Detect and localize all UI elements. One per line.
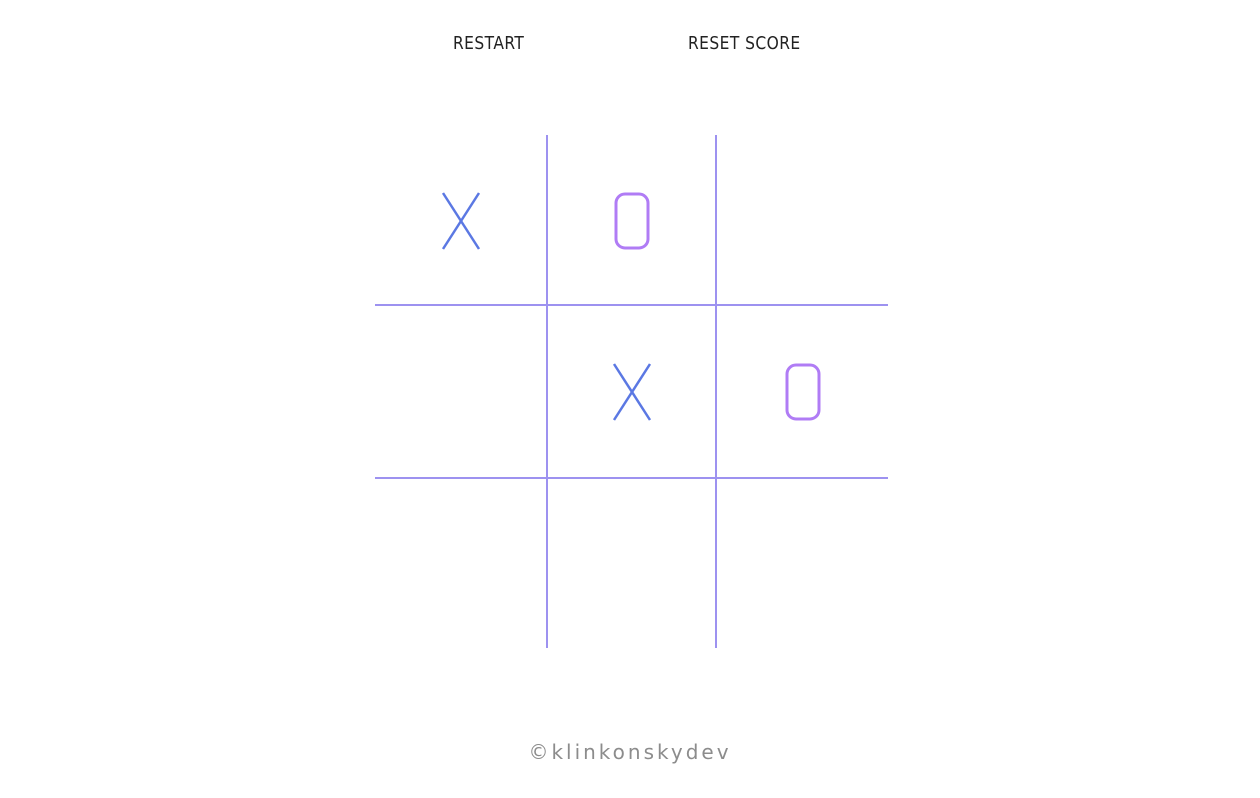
board-cell[interactable] — [717, 135, 888, 306]
board-cell[interactable]: X — [375, 135, 546, 306]
board-cell[interactable]: O — [717, 306, 888, 477]
x-mark: X — [431, 191, 491, 251]
game-board: X O X O — [375, 135, 888, 648]
footer-credit: ©klinkonskydev — [528, 740, 732, 764]
board-cell[interactable] — [546, 477, 717, 648]
o-mark: O — [773, 362, 833, 422]
board-cell[interactable] — [375, 306, 546, 477]
board-cell[interactable] — [717, 477, 888, 648]
board-cell[interactable]: O — [546, 135, 717, 306]
board-cell[interactable]: X — [546, 306, 717, 477]
x-mark: X — [602, 362, 662, 422]
restart-button[interactable]: RESTART — [453, 30, 524, 58]
o-mark: O — [602, 191, 662, 251]
reset-score-button[interactable]: RESET SCORE — [688, 30, 801, 58]
board-cell[interactable] — [375, 477, 546, 648]
